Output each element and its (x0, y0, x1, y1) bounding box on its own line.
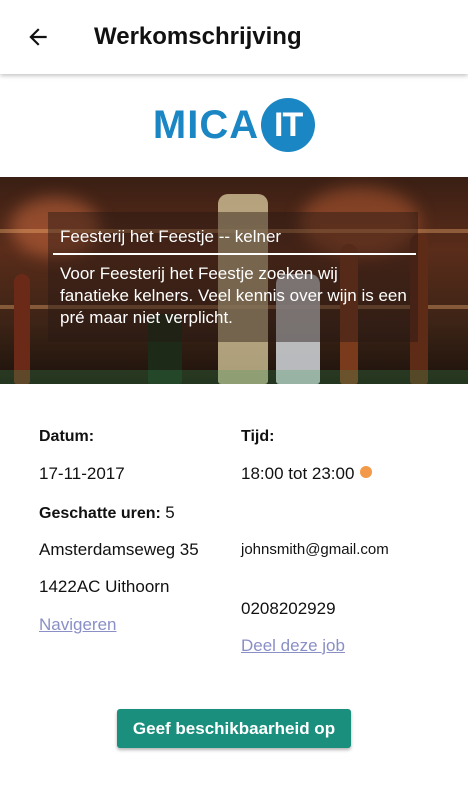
give-availability-button[interactable]: Geef beschikbaarheid op (117, 709, 351, 748)
logo-badge-text: IT (274, 106, 303, 144)
address-street: Amsterdamseweg 35 (39, 540, 199, 559)
app-bar: Werkomschrijving (0, 0, 468, 74)
contact-phone: 0208202929 (241, 599, 336, 618)
hours-value: 5 (165, 503, 175, 522)
banner-divider (53, 253, 416, 255)
contact-email: johnsmith@gmail.com (241, 541, 389, 558)
back-button[interactable] (18, 17, 58, 57)
time-value: 18:00 tot 23:00 (241, 464, 355, 483)
navigate-link[interactable]: Navigeren (39, 615, 117, 635)
job-description: Voor Feesterij het Feestje zoeken wij fa… (60, 264, 407, 327)
bar-counter (0, 370, 468, 384)
logo-text: MICA (152, 103, 260, 147)
address-city: 1422AC Uithoorn (39, 577, 170, 596)
arrow-left-icon (29, 28, 47, 46)
bottle-image (14, 274, 30, 384)
logo-badge: IT (261, 98, 316, 152)
date-label: Datum: (39, 428, 95, 445)
status-dot-icon (360, 466, 373, 478)
job-hero-banner: Feesterij het Feestje -- kelner Voor Fee… (0, 177, 468, 384)
hours-row: Geschatte uren: 5 (39, 503, 175, 523)
page-title: Werkomschrijving (94, 23, 302, 50)
time-row: 18:00 tot 23:00 (241, 464, 373, 484)
time-label: Tijd: (241, 428, 275, 445)
share-job-link[interactable]: Deel deze job (241, 636, 345, 656)
date-value: 17-11-2017 (39, 464, 125, 483)
company-logo: MICA IT (0, 98, 468, 152)
hours-label: Geschatte uren: (39, 505, 161, 522)
job-title: Feesterij het Feestje -- kelner (60, 227, 282, 246)
